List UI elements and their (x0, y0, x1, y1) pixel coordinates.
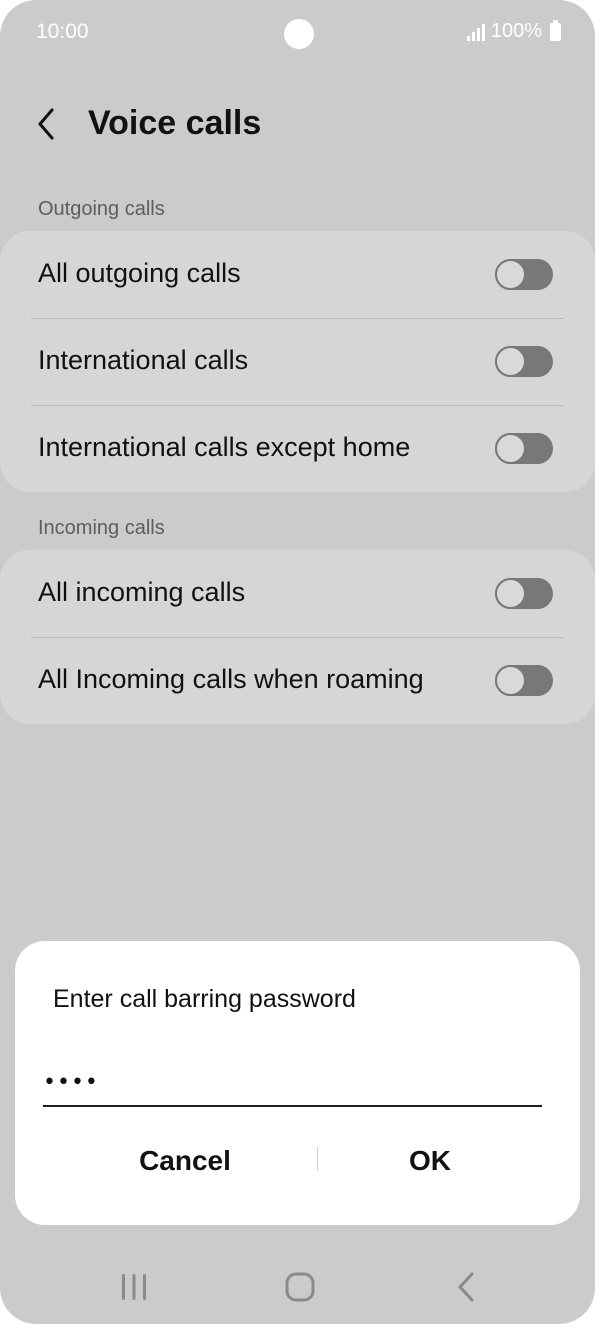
recent-apps-button[interactable] (104, 1266, 164, 1306)
toggle-knob (495, 433, 526, 464)
setting-label: International calls except home (38, 432, 411, 462)
setting-row-international-except-home[interactable]: International calls except home (0, 405, 595, 492)
setting-row-international[interactable]: International calls (0, 318, 595, 405)
dialog-title: Enter call barring password (53, 985, 356, 1013)
back-button[interactable] (28, 104, 68, 144)
phone-screen: 10:00 100% Voice calls Outgoing calls Al… (0, 0, 595, 1324)
app-header: Voice calls (0, 90, 595, 160)
status-indicators: 100% (466, 19, 561, 43)
toggle-switch[interactable] (495, 259, 553, 290)
setting-label: All Incoming calls when roaming (38, 664, 424, 694)
toggle-knob (495, 259, 526, 290)
password-dialog: Enter call barring password Cancel OK (15, 941, 580, 1225)
toggle-knob (495, 665, 526, 696)
section-label-outgoing: Outgoing calls (38, 198, 165, 220)
back-nav-button[interactable] (436, 1266, 496, 1306)
navigation-bar (0, 1246, 595, 1324)
setting-row-incoming-roaming[interactable]: All Incoming calls when roaming (0, 637, 595, 724)
button-separator (317, 1147, 318, 1171)
setting-row-all-outgoing[interactable]: All outgoing calls (0, 231, 595, 318)
battery-icon (550, 19, 561, 41)
cancel-button[interactable]: Cancel (50, 1133, 320, 1189)
setting-label: All outgoing calls (38, 258, 241, 288)
status-bar: 10:00 100% (0, 0, 595, 68)
toggle-switch[interactable] (495, 665, 553, 696)
page-title: Voice calls (88, 104, 262, 142)
toggle-switch[interactable] (495, 578, 553, 609)
battery-level: 100% (490, 20, 542, 42)
toggle-switch[interactable] (495, 433, 553, 464)
toggle-knob (495, 346, 526, 377)
incoming-calls-card: All incoming calls All Incoming calls wh… (0, 550, 595, 724)
back-icon (458, 1272, 474, 1302)
status-time: 10:00 (36, 20, 89, 43)
signal-icon (466, 23, 485, 41)
toggle-switch[interactable] (495, 346, 553, 377)
setting-label: International calls (38, 345, 249, 375)
home-button[interactable] (270, 1266, 330, 1306)
recent-apps-icon (122, 1274, 146, 1300)
setting-row-all-incoming[interactable]: All incoming calls (0, 550, 595, 637)
ok-button[interactable]: OK (320, 1133, 540, 1189)
toggle-knob (495, 578, 526, 609)
setting-label: All incoming calls (38, 577, 246, 607)
outgoing-calls-card: All outgoing calls International calls I… (0, 231, 595, 492)
section-label-incoming: Incoming calls (38, 517, 165, 539)
home-icon (285, 1272, 315, 1302)
chevron-left-icon (38, 108, 54, 140)
front-camera (284, 19, 314, 49)
password-input[interactable] (43, 1059, 542, 1107)
